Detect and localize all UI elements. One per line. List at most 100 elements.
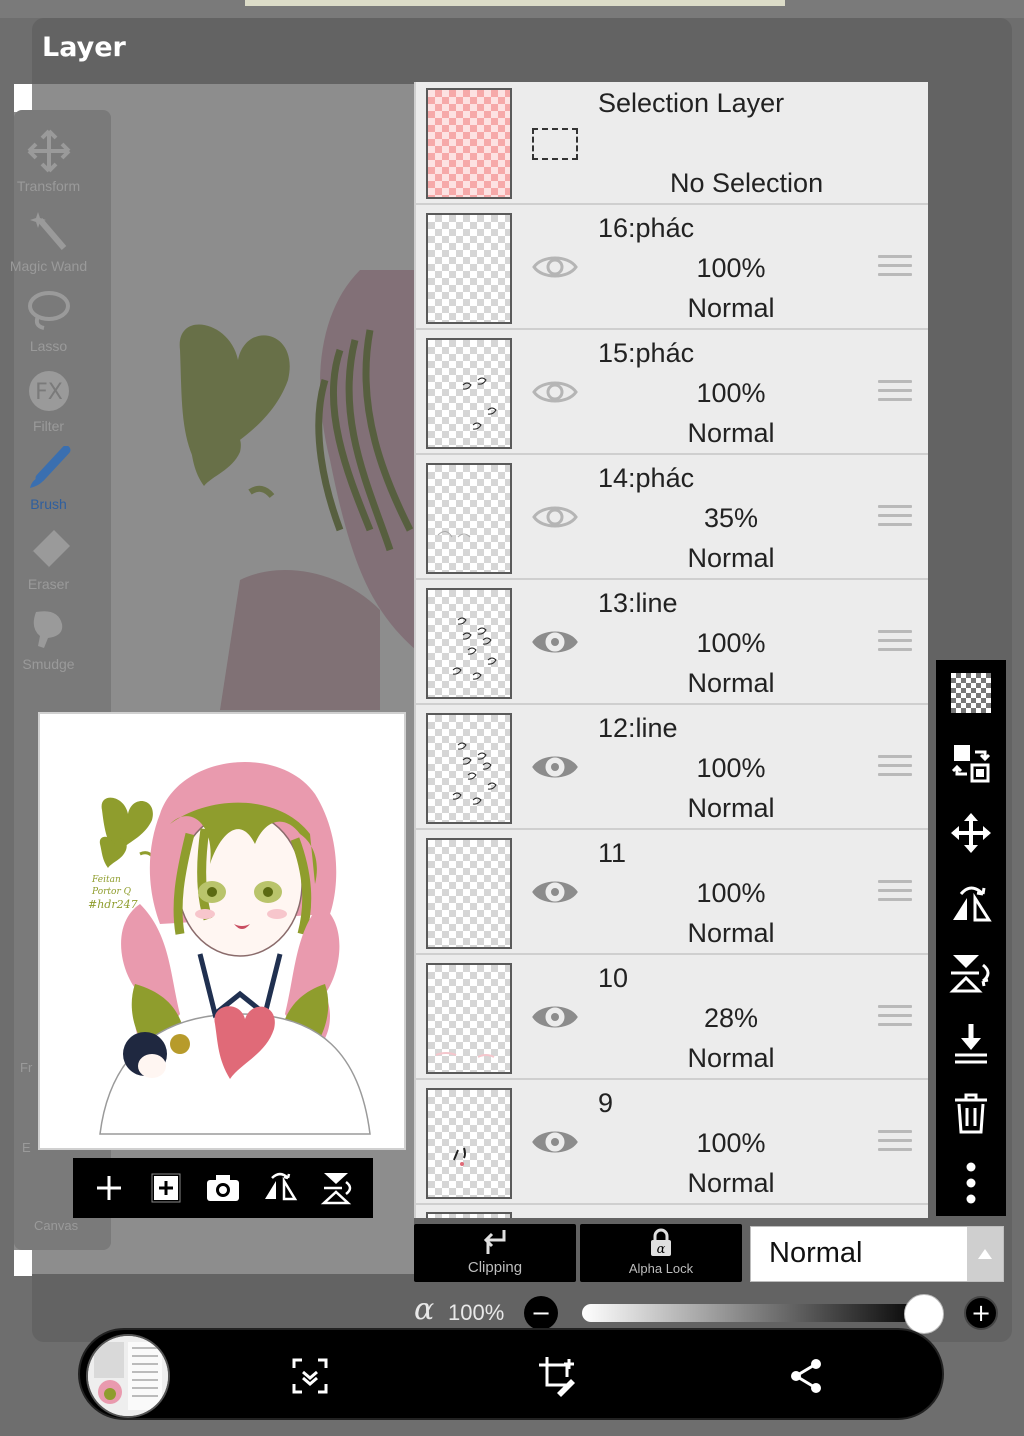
- transparency-checker-icon: [951, 673, 991, 713]
- tool-label: Eraser: [27, 576, 70, 592]
- tool-brush[interactable]: Brush: [0, 446, 97, 512]
- layer-name: 12:line: [598, 713, 678, 743]
- eye-off-icon[interactable]: [532, 501, 578, 533]
- trash-icon: [955, 1093, 987, 1134]
- dropdown-arrow-icon: [967, 1227, 1003, 1281]
- layer-row[interactable]: 16:phác 100% Normal: [416, 207, 928, 330]
- tool-label: Brush: [30, 496, 67, 512]
- tool-transform[interactable]: Transform: [0, 128, 97, 194]
- opacity-increase-button[interactable]: +: [964, 1296, 998, 1330]
- selection-layer-row[interactable]: Selection Layer No Selection: [416, 82, 928, 205]
- lock-icon: α: [651, 1228, 671, 1257]
- layer-name: 9: [598, 1088, 614, 1118]
- layer-row-partial[interactable]: [416, 1208, 928, 1218]
- tool-filter[interactable]: FX Filter: [0, 368, 97, 434]
- layer-opacity: 100%: [696, 878, 766, 908]
- clipping-label: Clipping: [467, 1259, 523, 1276]
- selection-marquee-icon: [532, 128, 578, 160]
- layer-thumbnail: [426, 213, 512, 324]
- move-layer-button[interactable]: [948, 810, 994, 856]
- selection-status: No Selection: [670, 168, 824, 198]
- drag-handle-icon[interactable]: [878, 380, 912, 408]
- eye-icon[interactable]: [532, 1001, 578, 1033]
- flip-h-button[interactable]: [258, 1166, 302, 1210]
- layers-panel[interactable]: Selection Layer No Selection 16:phác 100%…: [414, 82, 928, 1218]
- drag-handle-icon[interactable]: [878, 1130, 912, 1158]
- layer-row[interactable]: 14:phác 35% Normal: [416, 457, 928, 580]
- tool-label-canvas[interactable]: Canvas: [34, 1218, 78, 1233]
- canvas-edge: [14, 1250, 32, 1276]
- drag-handle-icon[interactable]: [878, 755, 912, 783]
- eye-icon[interactable]: [532, 1126, 578, 1158]
- layer-thumbnail: [426, 88, 512, 199]
- blend-mode-select[interactable]: Normal: [750, 1226, 1004, 1282]
- eye-icon[interactable]: [532, 751, 578, 783]
- add-copy-button[interactable]: [144, 1166, 188, 1210]
- crop-edit-button[interactable]: [536, 1354, 580, 1398]
- eye-icon[interactable]: [532, 876, 578, 908]
- scan-select-icon: [292, 1358, 328, 1394]
- delete-layer-button[interactable]: [948, 1090, 994, 1136]
- tool-lasso[interactable]: Lasso: [0, 288, 97, 354]
- scan-select-button[interactable]: [288, 1354, 332, 1398]
- alpha-lock-button[interactable]: α Alpha Lock: [580, 1224, 742, 1282]
- magic-wand-icon: [29, 212, 66, 250]
- transparency-button[interactable]: [948, 670, 994, 716]
- layer-opacity: 35%: [703, 503, 759, 533]
- eraser-icon: [30, 530, 70, 570]
- preview-artwork: Feitan Portor Q #hdr247: [88, 761, 371, 1135]
- tool-label: Lasso: [29, 338, 68, 354]
- layer-thumbnail: [426, 338, 512, 449]
- preview-actions-bar: [73, 1158, 373, 1218]
- eye-icon[interactable]: [532, 626, 578, 658]
- canvas-edge: [14, 84, 32, 112]
- merge-down-button[interactable]: [948, 1020, 994, 1066]
- tool-magic-wand[interactable]: Magic Wand: [0, 208, 97, 274]
- canvas-preview[interactable]: Feitan Portor Q #hdr247: [38, 712, 406, 1150]
- layer-row[interactable]: 12:line 100% Normal: [416, 707, 928, 830]
- opacity-slider-thumb[interactable]: [904, 1294, 944, 1334]
- move-cross-icon: [27, 129, 70, 173]
- layer-row[interactable]: 15:phác 100% Normal: [416, 332, 928, 455]
- layer-thumbnail: [426, 463, 512, 574]
- eye-off-icon[interactable]: [532, 251, 578, 283]
- svg-text:α: α: [657, 1242, 666, 1257]
- flip-horizontal-icon: [953, 886, 992, 922]
- layer-blend-mode: Normal: [687, 543, 775, 573]
- share-icon: [791, 1359, 821, 1393]
- drag-handle-icon[interactable]: [878, 255, 912, 283]
- opacity-slider[interactable]: [582, 1304, 926, 1322]
- add-layer-button[interactable]: [87, 1166, 131, 1210]
- opacity-decrease-button[interactable]: −: [524, 1296, 558, 1330]
- flip-v-button[interactable]: [315, 1166, 359, 1210]
- layer-row[interactable]: 9 100% Normal: [416, 1082, 928, 1205]
- layer-row[interactable]: 13:line 100% Normal: [416, 582, 928, 705]
- swap-layers-icon: [951, 745, 991, 783]
- layer-name: 13:line: [598, 588, 678, 618]
- tool-label: Magic Wand: [9, 258, 88, 274]
- layer-row[interactable]: 11 100% Normal: [416, 832, 928, 955]
- flip-v-icon: [320, 1173, 351, 1205]
- drag-handle-icon[interactable]: [878, 1005, 912, 1033]
- more-options-button[interactable]: [948, 1160, 994, 1206]
- swap-layers-button[interactable]: [948, 740, 994, 786]
- layer-name: 14:phác: [598, 463, 695, 493]
- drag-handle-icon[interactable]: [878, 630, 912, 658]
- camera-button[interactable]: [201, 1166, 245, 1210]
- add-layer-icon: [97, 1176, 122, 1200]
- drag-handle-icon[interactable]: [878, 505, 912, 533]
- tool-eraser[interactable]: Eraser: [0, 526, 97, 592]
- flip-vertical-button[interactable]: [948, 950, 994, 996]
- layers-thumbnail[interactable]: [86, 1334, 170, 1418]
- clipping-button[interactable]: Clipping: [414, 1224, 576, 1282]
- layer-name: 15:phác: [598, 338, 695, 368]
- layer-row[interactable]: 10 28% Normal: [416, 957, 928, 1080]
- share-button[interactable]: [784, 1354, 828, 1398]
- flip-vertical-icon: [949, 955, 990, 993]
- tool-smudge[interactable]: Smudge: [0, 606, 97, 672]
- blend-mode-value: Normal: [769, 1237, 863, 1269]
- drag-handle-icon[interactable]: [878, 880, 912, 908]
- more-vertical-icon: [966, 1162, 976, 1204]
- eye-off-icon[interactable]: [532, 376, 578, 408]
- flip-horizontal-button[interactable]: [948, 880, 994, 926]
